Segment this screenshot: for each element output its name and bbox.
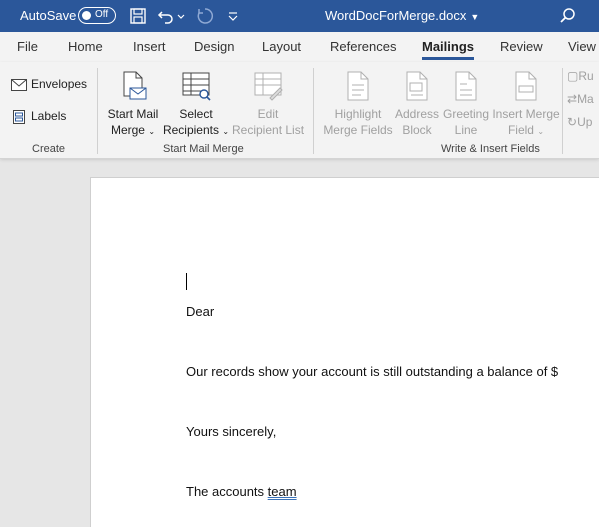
redo-icon xyxy=(197,8,214,24)
tab-mailings[interactable]: Mailings xyxy=(422,39,475,60)
chevron-down-icon: ⌄ xyxy=(148,127,156,136)
chevron-down-icon: ▼ xyxy=(470,12,480,22)
group-separator xyxy=(97,68,98,154)
edit-recipient-list-button: Edit Recipient List xyxy=(232,70,304,138)
update-labels-label: Up xyxy=(577,115,593,129)
autosave-label: AutoSave xyxy=(20,8,77,23)
group-separator xyxy=(313,68,314,154)
start-mail-merge-label-1: Start Mail xyxy=(107,107,159,121)
group-separator xyxy=(562,68,563,154)
tab-design[interactable]: Design xyxy=(194,39,234,54)
address-block-label-1: Address xyxy=(394,107,440,121)
labels-label: Labels xyxy=(31,109,67,124)
address-block-label-2: Block xyxy=(402,123,432,137)
rules-icon: ▢ xyxy=(567,69,579,83)
undo-dropdown-chevron-icon[interactable] xyxy=(176,6,186,26)
highlight-merge-fields-button: Highlight Merge Fields xyxy=(322,70,394,138)
address-block-icon xyxy=(406,71,428,101)
select-recipients-icon xyxy=(182,72,211,101)
balance-paragraph[interactable]: Our records show your account is still o… xyxy=(186,364,558,379)
chevron-down-icon: ⌄ xyxy=(222,127,230,136)
match-fields-label: Ma xyxy=(577,92,594,106)
undo-icon[interactable] xyxy=(156,6,176,26)
tab-file[interactable]: File xyxy=(17,39,38,54)
tab-home[interactable]: Home xyxy=(68,39,103,54)
rules-button: ▢Ru xyxy=(567,69,594,83)
chevron-down-icon: ⌄ xyxy=(537,127,545,136)
start-mail-merge-icon xyxy=(123,71,147,100)
closing-paragraph[interactable]: Yours sincerely, xyxy=(186,424,276,439)
greeting-line-icon xyxy=(455,71,477,101)
match-fields-button: ⇄Ma xyxy=(567,92,594,106)
document-title[interactable]: WordDocForMerge.docx ▼ xyxy=(325,8,479,23)
document-page[interactable]: Dear Our records show your account is st… xyxy=(90,177,599,527)
ribbon-panel: Envelopes Labels Create Start Mail Merge… xyxy=(0,62,599,159)
select-recipients-label-1: Select xyxy=(179,107,213,121)
greeting-line-button: Greeting Line xyxy=(440,70,492,138)
greeting-line-label-2: Line xyxy=(454,123,478,137)
select-recipients-label-2: Recipients xyxy=(162,123,219,137)
greeting-paragraph[interactable]: Dear xyxy=(186,304,214,319)
autosave-state: Off xyxy=(95,9,109,20)
envelopes-button[interactable]: Envelopes xyxy=(11,77,87,91)
signature-paragraph[interactable]: The accounts team xyxy=(186,484,297,499)
address-block-button: Address Block xyxy=(394,70,440,138)
tab-view[interactable]: View xyxy=(568,39,596,54)
flagged-word[interactable]: team xyxy=(268,484,297,499)
insert-merge-field-button: Insert Merge Field ⌄ xyxy=(492,70,560,140)
highlight-merge-fields-label-1: Highlight xyxy=(334,107,382,121)
search-icon[interactable] xyxy=(558,6,578,26)
text-cursor xyxy=(186,273,187,290)
start-mail-merge-label-2: Merge xyxy=(110,123,145,137)
envelope-icon xyxy=(11,78,27,91)
edit-recipient-list-label-1: Edit xyxy=(257,107,279,121)
highlight-merge-fields-label-2: Merge Fields xyxy=(323,123,393,137)
title-bar: AutoSave Off WordDocForMerge.docx ▼ xyxy=(0,0,599,32)
highlight-merge-fields-icon xyxy=(347,71,369,101)
tab-layout[interactable]: Layout xyxy=(262,39,301,54)
edit-recipient-list-label-2: Recipient List xyxy=(232,123,305,137)
update-labels-button: ↻Up xyxy=(567,115,592,129)
group-label-start-mail-merge: Start Mail Merge xyxy=(163,143,244,155)
match-fields-icon: ⇄ xyxy=(567,92,578,106)
rules-label: Ru xyxy=(578,69,594,83)
insert-merge-field-label-1: Insert Merge xyxy=(492,107,560,121)
edit-recipient-list-icon xyxy=(254,72,283,101)
ribbon-tabs: File Home Insert Design Layout Reference… xyxy=(0,32,599,62)
labels-icon xyxy=(13,110,25,124)
envelopes-label: Envelopes xyxy=(31,77,88,91)
save-icon[interactable] xyxy=(128,6,148,26)
labels-button[interactable]: Labels xyxy=(11,109,66,125)
tab-insert[interactable]: Insert xyxy=(133,39,166,54)
group-label-write-insert-fields: Write & Insert Fields xyxy=(441,143,540,155)
start-mail-merge-button[interactable]: Start Mail Merge ⌄ xyxy=(106,70,160,140)
document-title-text: WordDocForMerge.docx xyxy=(325,8,467,23)
toggle-knob xyxy=(82,11,91,20)
group-label-create: Create xyxy=(32,143,66,155)
insert-merge-field-label-2: Field xyxy=(507,123,534,137)
update-labels-icon: ↻ xyxy=(567,115,578,129)
customize-toolbar-icon[interactable] xyxy=(226,6,240,26)
greeting-line-label-1: Greeting xyxy=(442,107,490,121)
tab-review[interactable]: Review xyxy=(500,39,543,54)
select-recipients-button[interactable]: Select Recipients ⌄ xyxy=(162,70,230,140)
tab-references[interactable]: References xyxy=(330,39,396,54)
insert-merge-field-icon xyxy=(515,71,537,101)
autosave-toggle[interactable]: Off xyxy=(78,7,116,24)
signature-text: The accounts xyxy=(186,484,265,499)
